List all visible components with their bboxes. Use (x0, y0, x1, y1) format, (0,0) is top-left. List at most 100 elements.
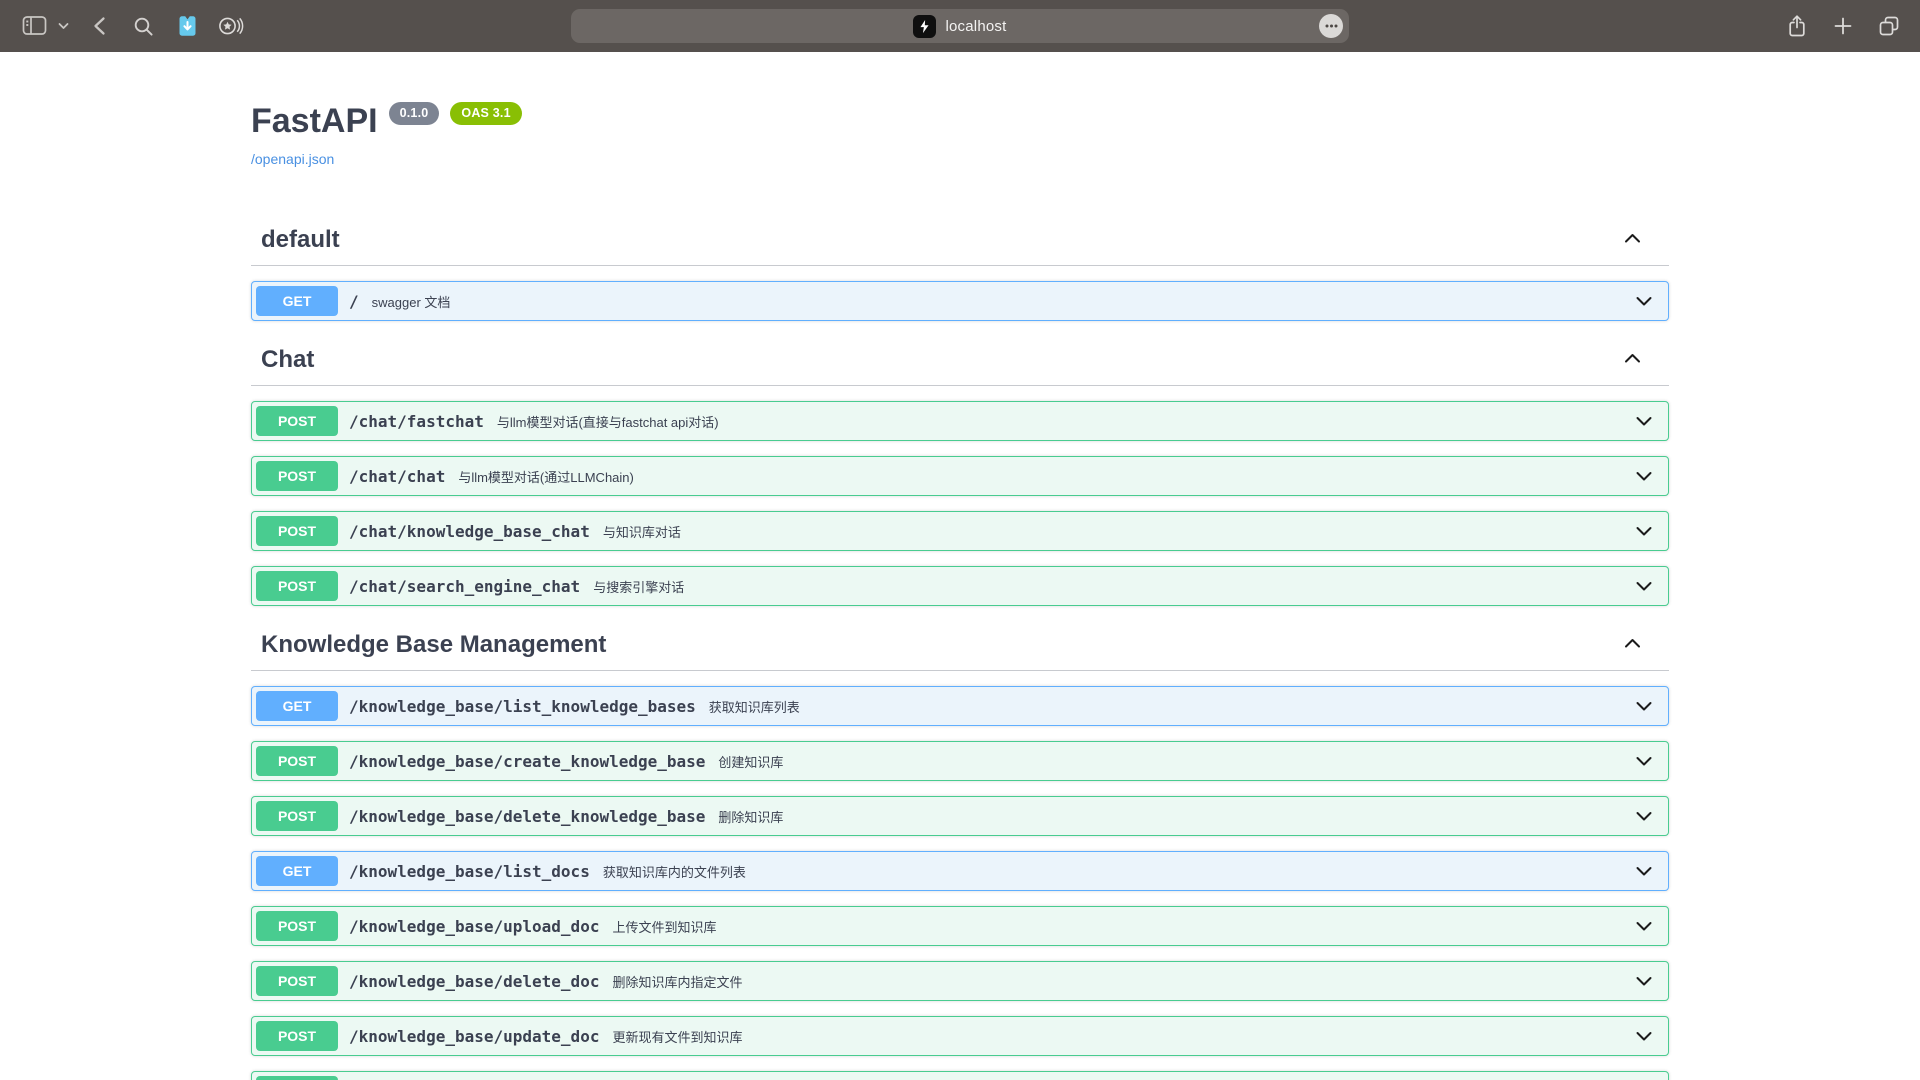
chevron-down-icon[interactable] (1635, 865, 1653, 878)
endpoint-row[interactable]: GET /knowledge_base/list_knowledge_bases… (251, 686, 1669, 726)
tag-divider (251, 265, 1669, 266)
endpoint-path: /chat/fastchat (349, 412, 484, 431)
chevron-down-icon[interactable] (1635, 920, 1653, 933)
method-badge: POST (256, 406, 338, 436)
address-text: localhost (945, 18, 1006, 35)
chevron-down-icon[interactable] (1635, 580, 1653, 593)
radio-star-extension-icon[interactable] (216, 11, 246, 41)
endpoint-path: / (349, 292, 359, 311)
endpoint-summary: 与搜索引擎对话 (593, 577, 684, 596)
endpoint-summary: 获取知识库列表 (709, 697, 800, 716)
endpoint-path: /knowledge_base/delete_doc (349, 972, 599, 991)
address-bar[interactable]: localhost (571, 9, 1349, 43)
chevron-down-icon[interactable] (1635, 975, 1653, 988)
operations: GET /knowledge_base/list_knowledge_bases… (251, 686, 1669, 1080)
endpoint-row[interactable]: POST /knowledge_base/upload_doc 上传文件到知识库 (251, 906, 1669, 946)
endpoint-row[interactable]: POST /knowledge_base/create_knowledge_ba… (251, 741, 1669, 781)
endpoint-row[interactable]: POST /knowledge_base/delete_knowledge_ba… (251, 796, 1669, 836)
chevron-up-icon[interactable] (1624, 231, 1641, 249)
tag-section: Knowledge Base Management GET /knowledge… (251, 632, 1669, 1080)
section-title: Knowledge Base Management (261, 632, 606, 658)
api-sections: default GET / swagger 文档 Chat (251, 227, 1669, 1080)
api-title-text: FastAPI (251, 102, 378, 141)
chevron-down-icon[interactable] (1635, 810, 1653, 823)
chevron-down-icon[interactable] (1635, 415, 1653, 428)
tag-divider (251, 670, 1669, 671)
endpoint-summary: swagger 文档 (372, 292, 451, 311)
endpoint-row[interactable]: POST /knowledge_base/update_doc 更新现有文件到知… (251, 1016, 1669, 1056)
site-favicon (913, 15, 936, 38)
new-tab-icon[interactable] (1828, 11, 1858, 41)
tag-header[interactable]: Knowledge Base Management (251, 632, 1669, 658)
version-badge: 0.1.0 (389, 102, 440, 125)
chevron-down-icon[interactable] (1635, 295, 1653, 308)
endpoint-summary: 与llm模型对话(直接与fastchat api对话) (497, 412, 719, 431)
method-badge: POST (256, 571, 338, 601)
method-badge: POST (256, 911, 338, 941)
download-extension-icon[interactable] (172, 11, 202, 41)
method-badge: GET (256, 856, 338, 886)
method-badge: POST (256, 746, 338, 776)
method-badge: POST (256, 966, 338, 996)
endpoint-summary: 上传文件到知识库 (612, 917, 716, 936)
chevron-down-icon[interactable] (1635, 700, 1653, 713)
endpoint-summary: 更新现有文件到知识库 (612, 1027, 742, 1046)
chevron-down-icon[interactable] (1635, 1030, 1653, 1043)
search-icon[interactable] (128, 11, 158, 41)
extensions-ellipsis-button[interactable] (1319, 14, 1343, 38)
endpoint-row[interactable]: POST /chat/fastchat 与llm模型对话(直接与fastchat… (251, 401, 1669, 441)
endpoint-row[interactable]: GET /knowledge_base/list_docs 获取知识库内的文件列… (251, 851, 1669, 891)
chevron-up-icon[interactable] (1624, 351, 1641, 369)
method-badge: POST (256, 1021, 338, 1051)
sidebar-chevron-down-icon[interactable] (56, 11, 70, 41)
swagger-page: FastAPI 0.1.0 OAS 3.1 /openapi.json defa… (0, 52, 1920, 1080)
endpoint-row[interactable]: POST /knowledge_base/delete_doc 删除知识库内指定… (251, 961, 1669, 1001)
endpoint-row[interactable]: POST /knowledge_base/recreate_vector_sto… (251, 1071, 1669, 1080)
operations: POST /chat/fastchat 与llm模型对话(直接与fastchat… (251, 401, 1669, 606)
chevron-down-icon[interactable] (1635, 470, 1653, 483)
endpoint-path: /knowledge_base/update_doc (349, 1027, 599, 1046)
method-badge: POST (256, 461, 338, 491)
method-badge: POST (256, 801, 338, 831)
endpoint-row[interactable]: GET / swagger 文档 (251, 281, 1669, 321)
operations: GET / swagger 文档 (251, 281, 1669, 321)
endpoint-row[interactable]: POST /chat/chat 与llm模型对话(通过LLMChain) (251, 456, 1669, 496)
endpoint-path: /chat/search_engine_chat (349, 577, 580, 596)
api-info: FastAPI 0.1.0 OAS 3.1 /openapi.json (251, 52, 1669, 169)
tag-header[interactable]: Chat (251, 347, 1669, 373)
section-title: Chat (261, 347, 314, 373)
tag-header[interactable]: default (251, 227, 1669, 253)
endpoint-path: /knowledge_base/delete_knowledge_base (349, 807, 705, 826)
method-badge: GET (256, 691, 338, 721)
back-button[interactable] (84, 11, 114, 41)
openapi-json-link[interactable]: /openapi.json (251, 151, 334, 167)
oas-badge: OAS 3.1 (450, 102, 521, 125)
method-badge: POST (256, 1076, 338, 1080)
toolbar-right-group (1782, 0, 1904, 52)
toolbar-left-group (0, 11, 246, 41)
endpoint-summary: 删除知识库内指定文件 (612, 972, 742, 991)
endpoint-path: /knowledge_base/upload_doc (349, 917, 599, 936)
tab-overview-icon[interactable] (1874, 11, 1904, 41)
tag-section: Chat POST /chat/fastchat 与llm模型对话(直接与fas… (251, 347, 1669, 606)
endpoint-path: /chat/knowledge_base_chat (349, 522, 590, 541)
chevron-down-icon[interactable] (1635, 525, 1653, 538)
tag-divider (251, 385, 1669, 386)
chevron-down-icon[interactable] (1635, 755, 1653, 768)
share-icon[interactable] (1782, 11, 1812, 41)
endpoint-path: /knowledge_base/list_knowledge_bases (349, 697, 696, 716)
endpoint-summary: 删除知识库 (718, 807, 783, 826)
method-badge: GET (256, 286, 338, 316)
endpoint-path: /knowledge_base/create_knowledge_base (349, 752, 705, 771)
chevron-up-icon[interactable] (1624, 636, 1641, 654)
endpoint-row[interactable]: POST /chat/knowledge_base_chat 与知识库对话 (251, 511, 1669, 551)
endpoint-path: /knowledge_base/list_docs (349, 862, 590, 881)
endpoint-row[interactable]: POST /chat/search_engine_chat 与搜索引擎对话 (251, 566, 1669, 606)
tag-section: default GET / swagger 文档 (251, 227, 1669, 321)
endpoint-summary: 与知识库对话 (603, 522, 681, 541)
section-title: default (261, 227, 340, 253)
browser-toolbar: localhost (0, 0, 1920, 52)
endpoint-summary: 获取知识库内的文件列表 (603, 862, 746, 881)
sidebar-toggle-button[interactable] (20, 11, 50, 41)
method-badge: POST (256, 516, 338, 546)
